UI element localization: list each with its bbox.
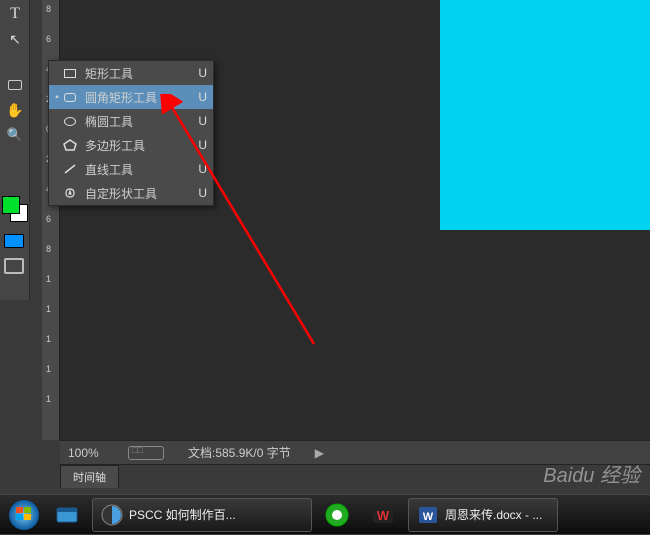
selected-dot: ▪ bbox=[53, 92, 61, 103]
popup-item-key: U bbox=[191, 138, 207, 152]
quick-mask-icon[interactable] bbox=[4, 234, 24, 248]
taskbar-360-icon[interactable] bbox=[316, 498, 358, 532]
popup-item-polygon[interactable]: 多边形工具 U bbox=[49, 133, 213, 157]
start-button[interactable] bbox=[4, 495, 44, 535]
popup-item-rounded-rect[interactable]: ▪ 圆角矩形工具 U bbox=[49, 85, 213, 109]
popup-item-key: U bbox=[191, 186, 207, 200]
tab-timeline[interactable]: 时间轴 bbox=[60, 465, 119, 488]
popup-item-label: 圆角矩形工具 bbox=[85, 89, 191, 106]
taskbar: PSCC 如何制作百... W W 周恩来传.docx - ... bbox=[0, 494, 650, 534]
popup-item-key: U bbox=[191, 66, 207, 80]
taskbar-app-word[interactable]: W 周恩来传.docx - ... bbox=[408, 498, 558, 532]
polygon-icon bbox=[61, 139, 79, 151]
canvas-shape-rect bbox=[440, 0, 650, 230]
type-tool-icon[interactable]: T bbox=[1, 2, 29, 26]
hand-tool-icon[interactable]: ✋ bbox=[1, 98, 29, 122]
roundrect-icon bbox=[61, 93, 79, 102]
taskbar-app-browser[interactable]: PSCC 如何制作百... bbox=[92, 498, 312, 532]
popup-item-line[interactable]: 直线工具 U bbox=[49, 157, 213, 181]
popup-item-rectangle[interactable]: 矩形工具 U bbox=[49, 61, 213, 85]
popup-item-ellipse[interactable]: 椭圆工具 U bbox=[49, 109, 213, 133]
line-icon bbox=[61, 163, 79, 175]
popup-item-key: U bbox=[191, 162, 207, 176]
taskbar-app-label: PSCC 如何制作百... bbox=[129, 506, 236, 523]
shape-tool-popup: 矩形工具 U ▪ 圆角矩形工具 U 椭圆工具 U 多边形工具 U 直线工具 U … bbox=[48, 60, 214, 206]
svg-text:W: W bbox=[377, 508, 390, 523]
popup-item-label: 多边形工具 bbox=[85, 137, 191, 154]
color-swatches[interactable] bbox=[2, 196, 30, 224]
rectangle-tool-icon[interactable] bbox=[1, 73, 29, 97]
screen-mode-icon[interactable] bbox=[4, 258, 24, 274]
rect-icon bbox=[61, 69, 79, 78]
popup-item-label: 自定形状工具 bbox=[85, 185, 191, 202]
taskbar-app-label: 周恩来传.docx - ... bbox=[445, 506, 542, 523]
zoom-value[interactable]: 100% bbox=[68, 446, 128, 460]
popup-item-custom-shape[interactable]: 自定形状工具 U bbox=[49, 181, 213, 205]
taskbar-explorer-icon[interactable] bbox=[46, 498, 88, 532]
svg-text:W: W bbox=[423, 511, 434, 523]
taskbar-wps-icon[interactable]: W bbox=[362, 498, 404, 532]
popup-item-key: U bbox=[191, 90, 207, 104]
popup-item-label: 矩形工具 bbox=[85, 65, 191, 82]
popup-item-label: 直线工具 bbox=[85, 161, 191, 178]
path-select-icon[interactable]: ↖ bbox=[1, 27, 29, 51]
status-bar: 100% 文档:585.9K/0 字节 ▶ bbox=[60, 440, 650, 464]
toolbar-left: T ↖ ✋ 🔍 bbox=[0, 0, 30, 300]
custom-shape-icon bbox=[61, 187, 79, 199]
popup-item-key: U bbox=[191, 114, 207, 128]
zoom-tool-icon[interactable]: 🔍 bbox=[1, 123, 29, 147]
device-preview-icon[interactable] bbox=[128, 446, 164, 460]
ellipse-icon bbox=[61, 117, 79, 126]
popup-item-label: 椭圆工具 bbox=[85, 113, 191, 130]
doc-info: 文档:585.9K/0 字节 bbox=[188, 444, 291, 461]
timeline-panel: 时间轴 bbox=[60, 464, 650, 486]
status-arrow-icon[interactable]: ▶ bbox=[315, 446, 324, 460]
